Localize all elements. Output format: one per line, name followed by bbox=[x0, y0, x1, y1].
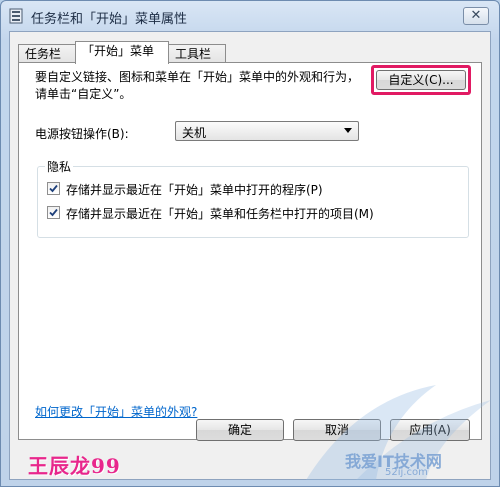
author-watermark: 王辰龙99 bbox=[28, 454, 121, 478]
customize-button[interactable]: 自定义(C)... bbox=[376, 70, 466, 90]
tab-label: 工具栏 bbox=[175, 47, 212, 61]
tab-label: 「开始」菜单 bbox=[82, 44, 155, 58]
dialog-window: 任务栏和「开始」菜单属性 ✕ 任务栏 「开始」菜单 工具栏 要自定义链接、图标和… bbox=[0, 0, 500, 487]
site-watermark-url: 52ij.com bbox=[385, 467, 428, 478]
dialog-client: 任务栏 「开始」菜单 工具栏 要自定义链接、图标和菜单在「开始」菜单中的外观和行… bbox=[9, 31, 491, 480]
ok-button[interactable]: 确定 bbox=[196, 419, 284, 441]
recent-programs-checkbox[interactable] bbox=[47, 182, 60, 195]
title-bar[interactable]: 任务栏和「开始」菜单属性 ✕ bbox=[1, 1, 499, 31]
power-button-label: 电源按钮操作(B): bbox=[35, 127, 129, 141]
recent-items-checkbox[interactable] bbox=[47, 206, 60, 219]
checkbox-label: 存储并显示最近在「开始」菜单和任务栏中打开的项目(M) bbox=[66, 207, 374, 221]
checkmark-icon bbox=[49, 184, 58, 193]
privacy-legend: 隐私 bbox=[45, 158, 74, 175]
tab-label: 任务栏 bbox=[25, 47, 62, 61]
close-icon: ✕ bbox=[470, 8, 482, 23]
power-button-select[interactable]: 关机 bbox=[175, 121, 359, 141]
power-select-value: 关机 bbox=[182, 126, 207, 140]
window-title: 任务栏和「开始」菜单属性 bbox=[31, 12, 188, 27]
close-button[interactable]: ✕ bbox=[463, 7, 489, 25]
customize-description: 要自定义链接、图标和菜单在「开始」菜单中的外观和行为，请单击“自定义”。 bbox=[35, 70, 360, 101]
help-link[interactable]: 如何更改「开始」菜单的外观? bbox=[35, 403, 197, 420]
tab-toolbars[interactable]: 工具栏 bbox=[168, 44, 226, 63]
start-menu-panel: 要自定义链接、图标和菜单在「开始」菜单中的外观和行为，请单击“自定义”。 自定义… bbox=[18, 62, 482, 440]
cancel-button[interactable]: 取消 bbox=[293, 419, 381, 441]
privacy-group bbox=[37, 166, 469, 238]
apply-button[interactable]: 应用(A) bbox=[390, 419, 470, 441]
checkbox-label: 存储并显示最近在「开始」菜单中打开的程序(P) bbox=[66, 183, 323, 197]
chevron-down-icon bbox=[344, 128, 352, 133]
checkmark-icon bbox=[49, 208, 58, 217]
taskbar-properties-icon bbox=[9, 8, 23, 24]
tab-start-menu[interactable]: 「开始」菜单 bbox=[75, 41, 169, 64]
tab-taskbar[interactable]: 任务栏 bbox=[18, 44, 76, 63]
